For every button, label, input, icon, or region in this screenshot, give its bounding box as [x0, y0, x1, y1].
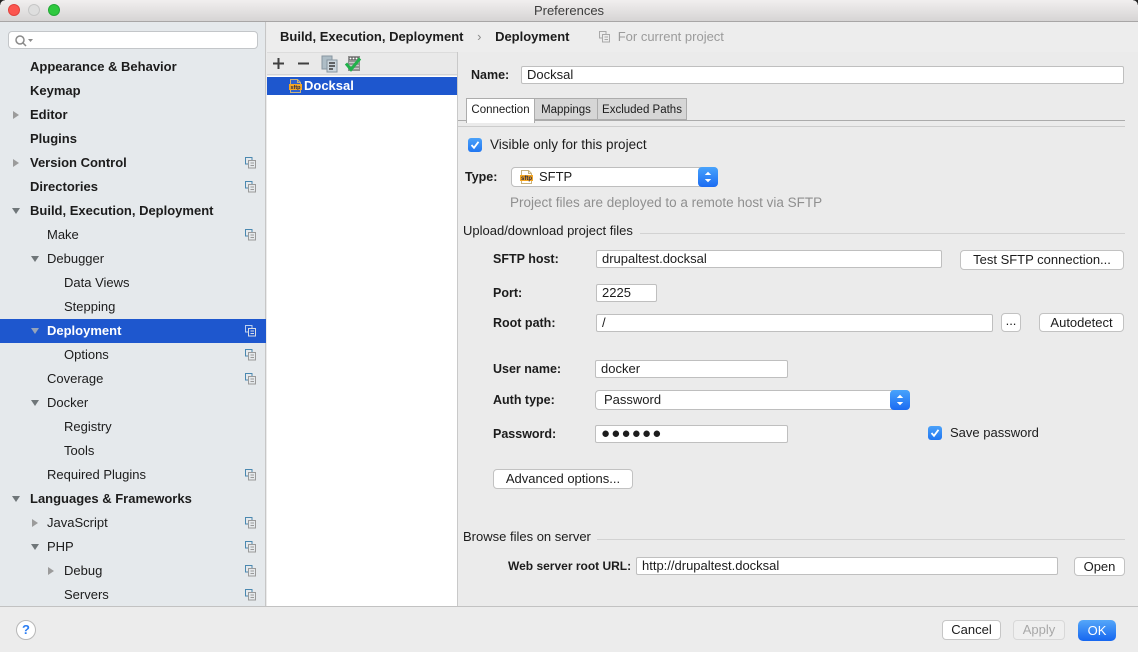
svg-text:sftp: sftp — [521, 176, 532, 182]
svg-text:sftp: sftp — [290, 85, 301, 91]
